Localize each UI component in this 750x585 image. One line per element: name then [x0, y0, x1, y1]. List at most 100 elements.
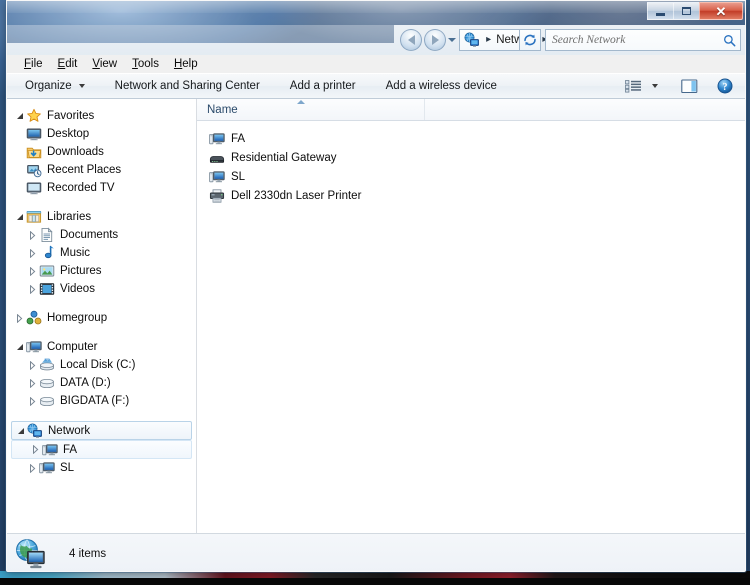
- nav-item-recent-places[interactable]: Recent Places: [7, 161, 196, 179]
- chevron-down-icon: [652, 84, 658, 88]
- preview-pane-button[interactable]: [675, 76, 703, 96]
- nav-group-libraries[interactable]: Libraries: [7, 208, 196, 226]
- nav-label: Music: [60, 247, 91, 259]
- expander-expanded[interactable]: [14, 427, 27, 435]
- nav-group-homegroup[interactable]: Homegroup: [7, 309, 196, 327]
- list-item[interactable]: FA: [197, 129, 745, 148]
- list-item[interactable]: Dell 2330dn Laser Printer: [197, 186, 745, 205]
- nav-gap: [7, 197, 196, 208]
- add-wireless-device-button[interactable]: Add a wireless device: [378, 77, 505, 95]
- forward-button[interactable]: [424, 29, 447, 51]
- expander-expanded[interactable]: [13, 112, 26, 120]
- nav-item-sl[interactable]: SL: [7, 459, 196, 477]
- preview-pane-icon: [680, 78, 697, 93]
- menu-help[interactable]: Help: [167, 56, 206, 72]
- nav-item-fa[interactable]: FA: [11, 440, 192, 459]
- column-header-name[interactable]: Name: [197, 99, 425, 120]
- menu-tools[interactable]: Tools: [125, 56, 167, 72]
- nav-label: Network: [48, 424, 91, 437]
- search-box[interactable]: Search Network: [545, 29, 741, 51]
- navigation-pane: Favorites Desktop Downloads Recent Place…: [7, 99, 197, 533]
- refresh-button[interactable]: [519, 29, 541, 51]
- expander-expanded[interactable]: [13, 213, 26, 221]
- nav-label: Videos: [60, 283, 95, 295]
- back-button[interactable]: [400, 29, 423, 51]
- documents-icon: [39, 227, 55, 243]
- add-printer-label: Add a printer: [289, 80, 356, 92]
- expander-collapsed[interactable]: [29, 445, 42, 454]
- nav-item-bigdata-f[interactable]: BIGDATA (F:): [7, 392, 196, 410]
- list-item[interactable]: Residential Gateway: [197, 148, 745, 167]
- nav-item-recorded-tv[interactable]: Recorded TV: [7, 179, 196, 197]
- breadcrumb-separator-1[interactable]: ▸: [486, 35, 491, 45]
- expander-collapsed[interactable]: [26, 266, 39, 276]
- computer-icon: [209, 131, 225, 147]
- address-bar-glass: [7, 25, 395, 43]
- downloads-icon: [26, 144, 42, 160]
- drive-icon: [39, 375, 55, 391]
- system-drive-icon: [39, 357, 55, 373]
- nav-gap: [7, 327, 196, 338]
- status-bar: 4 items: [7, 533, 745, 571]
- close-button[interactable]: ✕: [699, 2, 743, 20]
- nav-item-downloads[interactable]: Downloads: [7, 143, 196, 161]
- expander-collapsed[interactable]: [26, 248, 39, 258]
- status-text: 4 items: [69, 547, 107, 560]
- file-list[interactable]: FA Residential Gateway SL Dell 2330dn La…: [197, 121, 745, 533]
- list-item[interactable]: SL: [197, 167, 745, 186]
- organize-button[interactable]: Organize: [17, 77, 93, 95]
- menu-edit[interactable]: Edit: [51, 56, 86, 72]
- nav-item-videos[interactable]: Videos: [7, 280, 196, 298]
- nav-item-documents[interactable]: Documents: [7, 226, 196, 244]
- nav-label: Favorites: [47, 110, 95, 122]
- nav-label: FA: [63, 443, 78, 456]
- nav-label: Recent Places: [47, 164, 122, 176]
- nav-label: Pictures: [60, 265, 102, 277]
- expander-collapsed[interactable]: [13, 313, 26, 323]
- nav-label: Homegroup: [47, 312, 108, 324]
- expander-collapsed[interactable]: [26, 396, 39, 406]
- nav-group-computer[interactable]: Computer: [7, 338, 196, 356]
- recent-pages-button[interactable]: [446, 38, 457, 42]
- column-header-empty[interactable]: [425, 99, 745, 120]
- expander-expanded[interactable]: [13, 343, 26, 351]
- nav-label: Local Disk (C:): [60, 359, 136, 371]
- expander-collapsed[interactable]: [26, 230, 39, 240]
- svg-text:?: ?: [723, 82, 728, 93]
- help-icon: ?: [717, 78, 733, 94]
- minimize-button[interactable]: [647, 2, 673, 20]
- expander-collapsed[interactable]: [26, 284, 39, 294]
- network-sharing-center-button[interactable]: Network and Sharing Center: [107, 77, 268, 95]
- add-printer-button[interactable]: Add a printer: [282, 77, 364, 95]
- star-icon: [26, 108, 42, 124]
- recent-places-icon: [26, 162, 42, 178]
- view-list-icon: [624, 79, 641, 93]
- help-button[interactable]: ?: [711, 76, 739, 96]
- title-bar[interactable]: ✕: [7, 1, 745, 25]
- view-options-button[interactable]: [619, 76, 647, 96]
- expander-collapsed[interactable]: [26, 378, 39, 388]
- search-input[interactable]: Search Network: [552, 34, 723, 46]
- desktop-icon: [26, 126, 42, 142]
- sort-ascending-icon: [296, 100, 305, 104]
- nav-label: SL: [60, 462, 75, 474]
- expander-collapsed[interactable]: [26, 463, 39, 473]
- recorded-tv-icon: [26, 180, 42, 196]
- nav-group-favorites[interactable]: Favorites: [7, 107, 196, 125]
- maximize-icon: [682, 7, 691, 15]
- nav-item-data-d[interactable]: DATA (D:): [7, 374, 196, 392]
- nav-item-pictures[interactable]: Pictures: [7, 262, 196, 280]
- view-options-dropdown[interactable]: [647, 76, 663, 96]
- nav-label: DATA (D:): [60, 377, 111, 389]
- address-bar: ▸ Network ▸ Search Network: [7, 25, 745, 55]
- expander-collapsed[interactable]: [26, 360, 39, 370]
- menu-view[interactable]: View: [85, 56, 125, 72]
- breadcrumb-bar[interactable]: ▸ Network ▸: [459, 29, 561, 51]
- nav-group-network[interactable]: Network: [11, 421, 192, 440]
- maximize-button[interactable]: [673, 2, 699, 20]
- nav-item-local-disk-c[interactable]: Local Disk (C:): [7, 356, 196, 374]
- nav-item-desktop[interactable]: Desktop: [7, 125, 196, 143]
- nav-item-music[interactable]: Music: [7, 244, 196, 262]
- list-item-label: FA: [231, 132, 246, 145]
- menu-file[interactable]: File: [17, 56, 51, 72]
